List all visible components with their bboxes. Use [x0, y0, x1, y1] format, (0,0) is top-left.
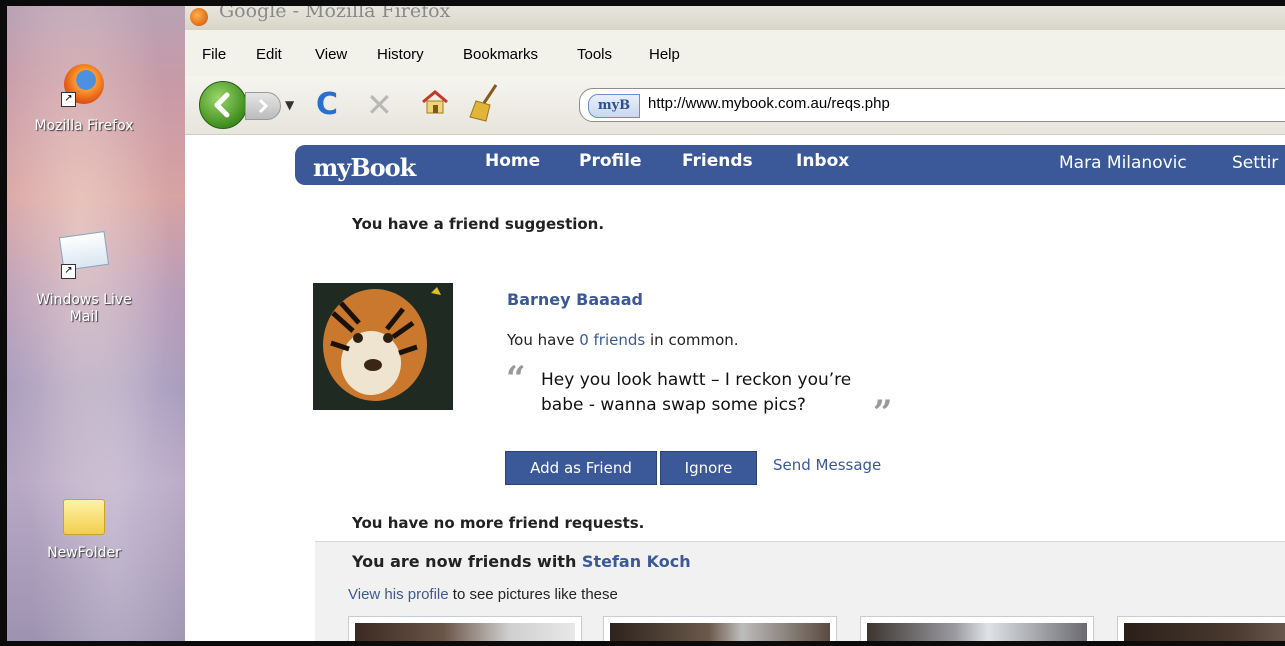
- photo-thumbnail-image: [355, 623, 575, 641]
- common-suffix: in common.: [650, 331, 739, 349]
- shortcut-arrow-icon: ↗: [61, 264, 76, 279]
- menu-view[interactable]: View: [315, 46, 347, 63]
- back-arrow-icon: [214, 92, 230, 118]
- tiger-photo-image: [313, 283, 453, 410]
- friends-now-prefix: You are now friends with: [352, 552, 577, 571]
- message-line-2: babe - wanna swap some pics?: [541, 395, 806, 415]
- common-friends-link[interactable]: 0 friends: [579, 331, 645, 349]
- desktop-icon-newfolder[interactable]: NewFolder: [9, 499, 159, 562]
- stop-icon[interactable]: ✕: [366, 86, 393, 124]
- menu-history[interactable]: History: [377, 46, 424, 63]
- menu-file[interactable]: File: [202, 46, 226, 63]
- message-line-1: Hey you look hawtt – I reckon you’re: [541, 370, 852, 390]
- photo-thumbnail[interactable]: [348, 616, 582, 641]
- page-content: You have a friend suggestion. Barney Baa…: [185, 186, 1285, 641]
- no-more-requests-heading: You have no more friend requests.: [352, 514, 645, 532]
- open-quote-icon: “: [506, 359, 526, 399]
- nav-profile[interactable]: Profile: [579, 151, 641, 171]
- shortcut-arrow-icon: ↗: [61, 92, 76, 107]
- send-message-link[interactable]: Send Message: [773, 456, 881, 474]
- forward-arrow-icon: [258, 98, 269, 114]
- view-profile-line: View his profile to see pictures like th…: [348, 586, 618, 603]
- home-icon[interactable]: [421, 89, 449, 115]
- common-prefix: You have: [507, 331, 575, 349]
- photo-thumbnail[interactable]: [1117, 616, 1285, 641]
- menu-bar: File Edit View History Bookmarks Tools H…: [185, 30, 1285, 76]
- suggestion-message: Hey you look hawtt – I reckon you’re bab…: [541, 368, 921, 418]
- site-identity-badge[interactable]: myB: [588, 94, 640, 118]
- photo-thumbnail[interactable]: [603, 616, 837, 641]
- friend-name-link[interactable]: Stefan Koch: [582, 552, 691, 571]
- reload-icon[interactable]: C: [316, 87, 338, 122]
- photo-thumbnail[interactable]: [860, 616, 1094, 641]
- desktop-icon-label: NewFolder: [47, 545, 121, 561]
- nav-inbox[interactable]: Inbox: [796, 151, 849, 171]
- menu-help[interactable]: Help: [649, 46, 680, 63]
- photo-thumbnail-image: [1124, 623, 1285, 641]
- desktop-icon-label: Windows Live: [36, 292, 132, 308]
- title-bar: Google - Mozilla Firefox: [185, 6, 1285, 30]
- menu-tools[interactable]: Tools: [577, 46, 612, 63]
- suggestion-avatar[interactable]: [313, 283, 453, 410]
- url-bar[interactable]: myB http://www.mybook.com.au/reqs.php: [579, 88, 1285, 122]
- desktop-icon-windows-live-mail[interactable]: ↗ Windows Live Mail: [9, 230, 159, 326]
- friends-now-heading: You are now friends with Stefan Koch: [352, 552, 691, 571]
- back-button[interactable]: [199, 81, 247, 129]
- close-quote-icon: ”: [873, 393, 893, 433]
- history-dropdown-icon[interactable]: ▼: [285, 98, 294, 112]
- nav-friends[interactable]: Friends: [682, 151, 753, 171]
- url-text[interactable]: http://www.mybook.com.au/reqs.php: [648, 95, 890, 112]
- view-profile-suffix: to see pictures like these: [452, 586, 618, 603]
- desktop: ↗ Mozilla Firefox ↗ Windows Live Mail Ne…: [7, 6, 187, 641]
- suggestion-heading: You have a friend suggestion.: [352, 215, 605, 233]
- folder-icon: [63, 499, 105, 535]
- forward-button[interactable]: [245, 92, 281, 120]
- ignore-button[interactable]: Ignore: [660, 451, 757, 485]
- firefox-icon: [190, 8, 208, 26]
- nav-home[interactable]: Home: [485, 151, 540, 171]
- desktop-icon-label: Mail: [69, 309, 99, 325]
- site-logo[interactable]: myBook: [313, 153, 416, 182]
- photo-thumbnail-image: [610, 623, 830, 641]
- desktop-icon-label: Mozilla Firefox: [34, 118, 134, 134]
- common-friends-text: You have 0 friends in common.: [507, 331, 739, 349]
- site-header-bar: myBook Home Profile Friends Inbox Mara M…: [295, 145, 1285, 185]
- user-name-link[interactable]: Mara Milanovic: [1059, 153, 1187, 173]
- desktop-icon-firefox[interactable]: ↗ Mozilla Firefox: [9, 64, 159, 135]
- menu-bookmarks[interactable]: Bookmarks: [463, 46, 538, 63]
- browser-window: Google - Mozilla Firefox File Edit View …: [185, 6, 1285, 641]
- clear-history-icon[interactable]: [468, 83, 504, 123]
- suggested-friend-name[interactable]: Barney Baaaad: [507, 290, 643, 309]
- navigation-toolbar: ▼ C ✕ myB http://www.mybook.com.au/reqs.…: [185, 76, 1285, 135]
- settings-link[interactable]: Settir: [1232, 153, 1278, 173]
- menu-edit[interactable]: Edit: [256, 46, 282, 63]
- photo-thumbnail-image: [867, 623, 1087, 641]
- view-profile-link[interactable]: View his profile: [348, 586, 449, 603]
- window-title: Google - Mozilla Firefox: [219, 6, 451, 22]
- add-as-friend-button[interactable]: Add as Friend: [505, 451, 657, 485]
